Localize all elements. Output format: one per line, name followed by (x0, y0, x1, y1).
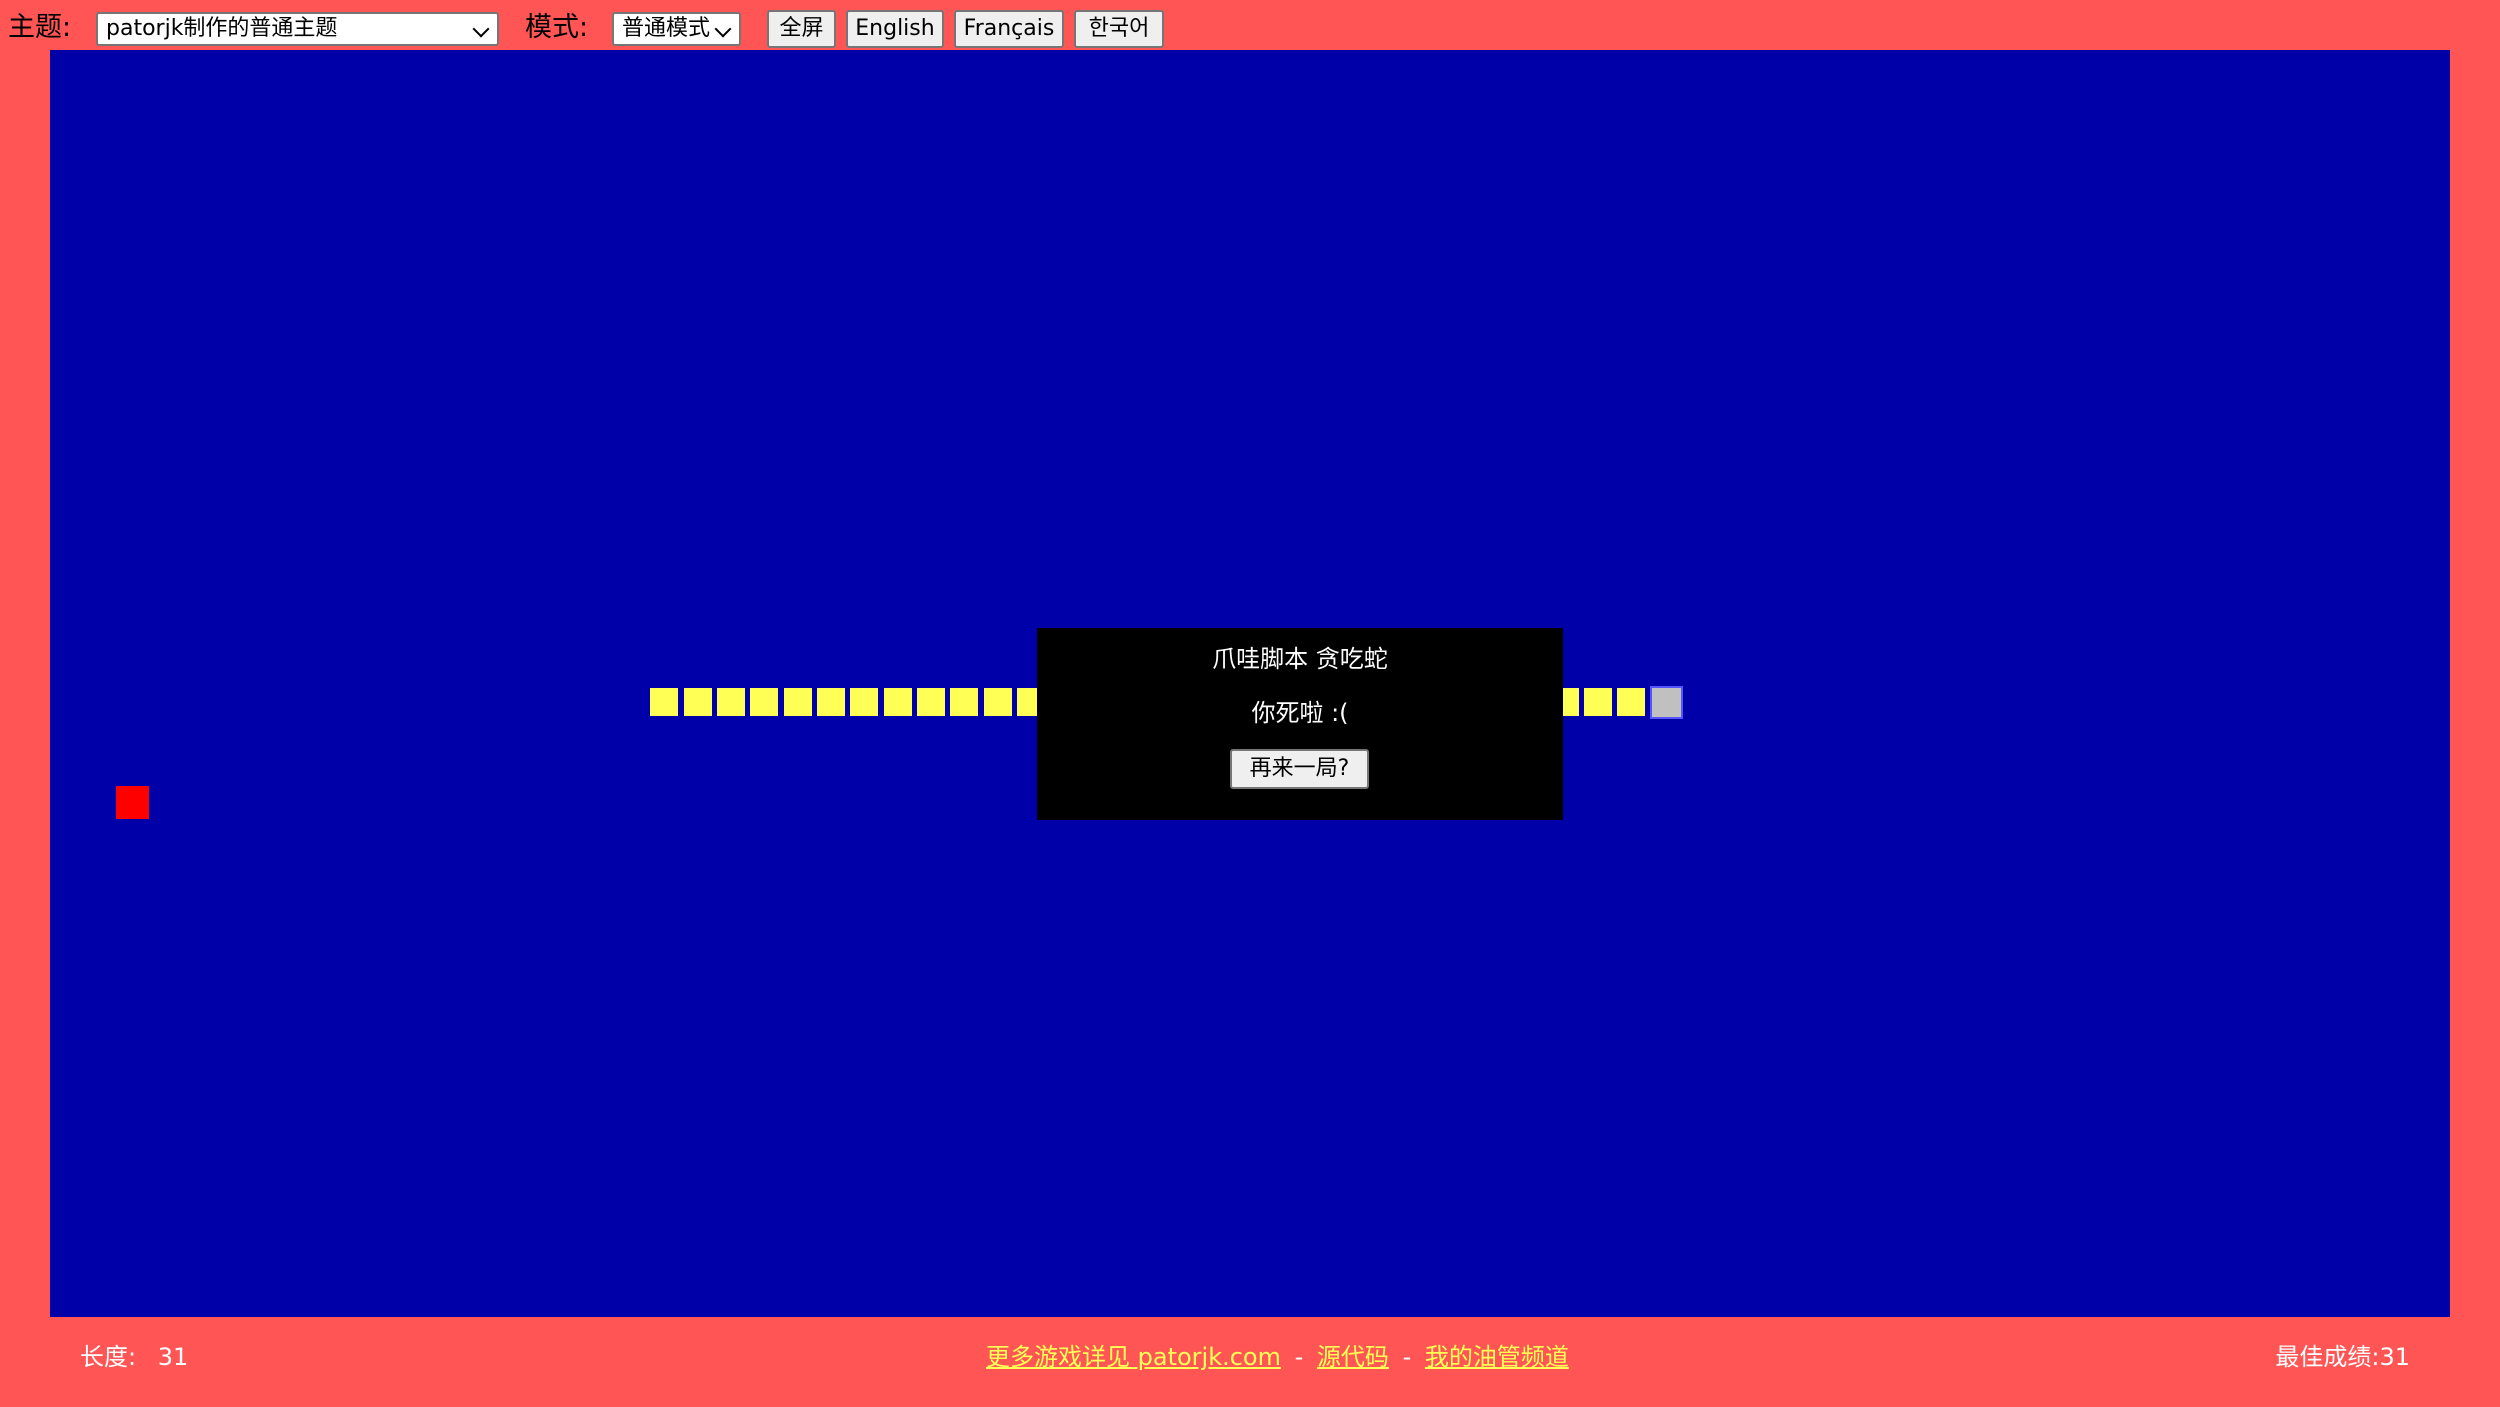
snake-segment (1615, 685, 1648, 718)
mode-label: 模式: (525, 12, 589, 43)
snake-segment (881, 685, 914, 718)
snake-segment (1582, 685, 1615, 718)
chevron-down-icon (714, 20, 732, 38)
more-games-link[interactable]: 更多游戏详见 patorjk.com (986, 1343, 1281, 1371)
link-separator: - (1294, 1343, 1304, 1371)
korean-button[interactable]: 한국어 (1074, 10, 1164, 48)
snake-segment (848, 685, 881, 718)
game-board[interactable]: 爪哇脚本 贪吃蛇 你死啦 :( 再来一局? (50, 50, 2450, 1317)
play-again-button[interactable]: 再来一局? (1230, 749, 1369, 789)
snake-head (1649, 685, 1683, 719)
chevron-down-icon (472, 20, 490, 38)
snake-segment (981, 685, 1014, 718)
snake-segment (815, 685, 848, 718)
dialog-title: 爪哇脚本 贪吃蛇 (1212, 645, 1388, 673)
toolbar: 主题: patorjk制作的普通主题 模式: 普通模式 全屏 English F… (0, 0, 2500, 50)
snake-segment (748, 685, 781, 718)
snake-length-display: 长度: 31 (80, 1340, 188, 1374)
mode-select-value: 普通模式 (622, 16, 711, 41)
snake-segment (781, 685, 814, 718)
source-code-link[interactable]: 源代码 (1317, 1343, 1389, 1371)
dialog-message: 你死啦 :( (1251, 699, 1349, 727)
footer-links: 更多游戏详见 patorjk.com - 源代码 - 我的油管频道 (986, 1340, 1569, 1374)
theme-select-value: patorjk制作的普通主题 (106, 16, 338, 41)
snake-segment (681, 685, 714, 718)
link-separator: - (1402, 1343, 1412, 1371)
snake-segment (948, 685, 981, 718)
fullscreen-button[interactable]: 全屏 (767, 10, 836, 48)
english-button[interactable]: English (846, 10, 944, 48)
food-pellet (116, 785, 150, 819)
best-score-display: 最佳成绩:31 (2275, 1340, 2410, 1374)
theme-label: 主题: (8, 12, 72, 43)
length-label: 长度: (80, 1343, 137, 1371)
best-score-value: 31 (2379, 1343, 2410, 1371)
mode-select[interactable]: 普通模式 (612, 12, 741, 46)
length-value: 31 (157, 1343, 189, 1371)
french-button[interactable]: Français (954, 10, 1064, 48)
snake-segment (648, 685, 681, 718)
youtube-channel-link[interactable]: 我的油管频道 (1425, 1343, 1569, 1371)
snake-segment (715, 685, 747, 718)
theme-select[interactable]: patorjk制作的普通主题 (96, 12, 499, 46)
best-score-label: 最佳成绩: (2275, 1343, 2380, 1371)
snake-segment (915, 685, 948, 718)
game-over-dialog: 爪哇脚本 贪吃蛇 你死啦 :( 再来一局? (1037, 628, 1563, 820)
